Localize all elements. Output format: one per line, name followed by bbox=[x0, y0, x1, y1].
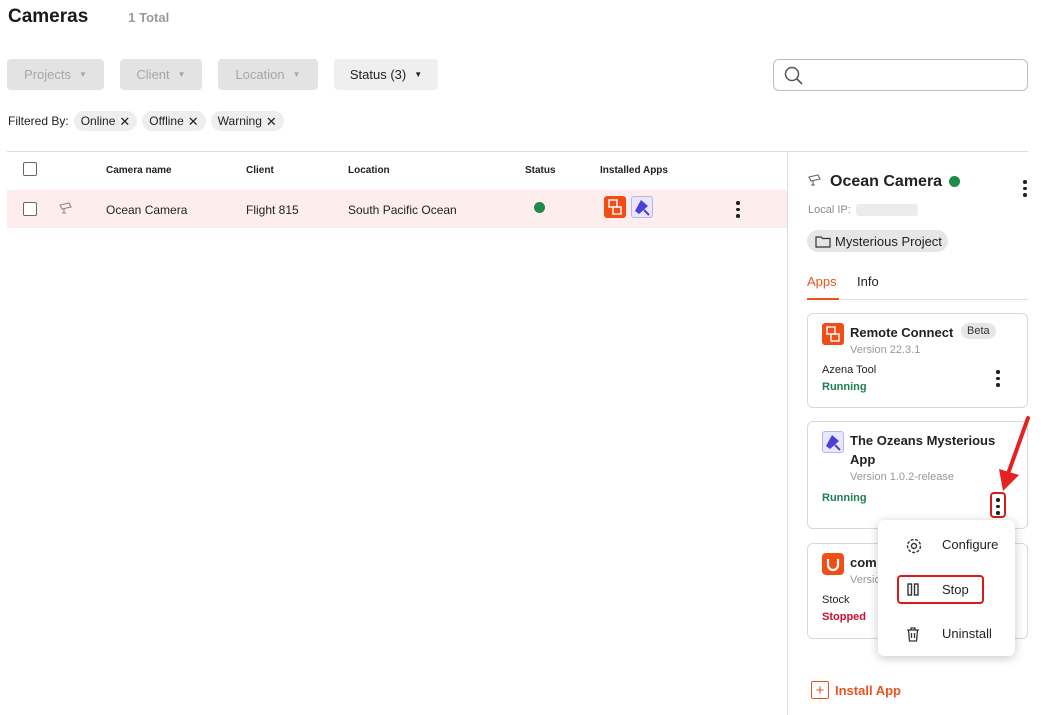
app-status: Running bbox=[822, 381, 867, 393]
location-dropdown-label: Location bbox=[235, 67, 285, 82]
chip-label: Offline bbox=[149, 114, 184, 128]
chevron-down-icon: ▼ bbox=[414, 70, 423, 79]
client-dropdown-label: Client bbox=[136, 67, 170, 82]
gear-icon bbox=[906, 538, 922, 554]
menu-item-configure[interactable]: Configure bbox=[878, 531, 1015, 559]
tab-apps[interactable]: Apps bbox=[807, 274, 837, 289]
status-online-icon bbox=[949, 176, 960, 187]
filter-chip-online[interactable]: Online ✕ bbox=[73, 111, 138, 131]
install-app-button[interactable]: + Install App bbox=[811, 681, 901, 699]
projects-dropdown-label: Projects bbox=[24, 67, 72, 82]
panel-more-options-icon[interactable] bbox=[1023, 180, 1027, 200]
trash-icon bbox=[907, 627, 919, 642]
status-dropdown[interactable]: Status (3) ▼ bbox=[334, 59, 438, 90]
app-status: Stopped bbox=[822, 611, 866, 623]
menu-item-uninstall[interactable]: Uninstall bbox=[878, 620, 1015, 648]
location-cell: South Pacific Ocean bbox=[348, 203, 457, 217]
search-input[interactable] bbox=[773, 59, 1028, 91]
row-checkbox[interactable] bbox=[23, 202, 37, 216]
remote-connect-app-icon bbox=[822, 323, 844, 345]
app-icon bbox=[822, 553, 844, 575]
app-status: Running bbox=[822, 492, 867, 504]
tab-divider bbox=[807, 299, 1028, 300]
close-icon[interactable]: ✕ bbox=[119, 115, 130, 128]
client-dropdown[interactable]: Client ▼ bbox=[120, 59, 202, 90]
close-icon[interactable]: ✕ bbox=[188, 115, 199, 128]
location-dropdown[interactable]: Location ▼ bbox=[218, 59, 318, 90]
project-name: Mysterious Project bbox=[835, 233, 942, 249]
highlight-box bbox=[897, 575, 984, 604]
remote-connect-app-icon bbox=[604, 196, 626, 218]
project-badge[interactable]: Mysterious Project bbox=[807, 230, 948, 252]
app-tool: Azena Tool bbox=[822, 364, 877, 376]
projects-dropdown[interactable]: Projects ▼ bbox=[7, 59, 104, 90]
page-header: Cameras 1 Total bbox=[8, 6, 169, 28]
camera-name-cell[interactable]: Ocean Camera bbox=[106, 203, 187, 217]
chevron-down-icon: ▼ bbox=[177, 70, 186, 79]
app-more-options-icon[interactable] bbox=[996, 370, 1000, 390]
local-ip-value-redacted bbox=[856, 204, 918, 216]
filter-chip-offline[interactable]: Offline ✕ bbox=[142, 111, 206, 131]
filtered-by-label: Filtered By: bbox=[8, 114, 69, 128]
panel-camera-name: Ocean Camera bbox=[830, 173, 943, 190]
camera-icon bbox=[59, 202, 72, 214]
status-dropdown-label: Status (3) bbox=[349, 67, 407, 82]
search-icon bbox=[784, 66, 803, 85]
chip-label: Warning bbox=[217, 114, 262, 128]
select-all-checkbox[interactable] bbox=[23, 162, 37, 176]
app-name-line2: App bbox=[850, 452, 876, 467]
install-app-label: Install App bbox=[835, 682, 901, 698]
ocean-app-icon bbox=[631, 196, 653, 218]
ocean-app-icon bbox=[822, 431, 844, 453]
total-count: 1 Total bbox=[128, 10, 170, 25]
app-name: Remote Connect bbox=[850, 325, 954, 340]
beta-badge: Beta bbox=[961, 323, 996, 339]
panel-divider bbox=[787, 152, 788, 715]
chip-label: Online bbox=[80, 114, 116, 128]
app-version: Version 22.3.1 bbox=[850, 344, 921, 356]
active-tab-indicator bbox=[807, 298, 839, 300]
page-title: Cameras bbox=[8, 6, 89, 27]
status-online-icon bbox=[534, 202, 545, 213]
column-header-client[interactable]: Client bbox=[246, 165, 274, 176]
divider bbox=[7, 151, 1028, 152]
camera-icon bbox=[808, 174, 821, 186]
filter-bar: Projects ▼ Client ▼ Location ▼ Status (3… bbox=[7, 59, 438, 90]
filtered-by-bar: Filtered By: Online ✕ Offline ✕ Warning … bbox=[8, 111, 284, 131]
chevron-down-icon: ▼ bbox=[292, 70, 301, 79]
app-context-menu: Configure Stop Uninstall bbox=[878, 520, 1015, 656]
annotation-arrow-icon bbox=[999, 416, 1030, 491]
highlight-box bbox=[990, 492, 1006, 518]
column-header-camera-name[interactable]: Camera name bbox=[106, 165, 172, 176]
app-card-remote-connect: Remote Connect Beta Version 22.3.1 Azena… bbox=[807, 313, 1028, 408]
table-row[interactable]: Ocean Camera Flight 815 South Pacific Oc… bbox=[7, 190, 787, 228]
plus-icon: + bbox=[811, 681, 829, 699]
menu-item-label: Uninstall bbox=[942, 626, 992, 641]
local-ip-label: Local IP: bbox=[808, 204, 851, 216]
column-header-location[interactable]: Location bbox=[348, 165, 390, 176]
row-more-options-icon[interactable] bbox=[736, 201, 740, 221]
app-version: Versio bbox=[850, 574, 881, 586]
client-cell: Flight 815 bbox=[246, 203, 299, 217]
column-header-status[interactable]: Status bbox=[525, 165, 556, 176]
tab-info[interactable]: Info bbox=[857, 274, 879, 289]
app-name-line1: The Ozeans Mysterious bbox=[850, 433, 996, 448]
app-tool: Stock bbox=[822, 594, 850, 606]
chevron-down-icon: ▼ bbox=[79, 70, 87, 79]
column-header-installed-apps[interactable]: Installed Apps bbox=[600, 165, 668, 176]
app-version: Version 1.0.2-release bbox=[850, 471, 954, 483]
filter-chip-warning[interactable]: Warning ✕ bbox=[210, 111, 284, 131]
close-icon[interactable]: ✕ bbox=[266, 115, 277, 128]
menu-item-label: Configure bbox=[942, 537, 999, 552]
app-name: com bbox=[850, 555, 877, 570]
folder-icon bbox=[815, 235, 831, 248]
